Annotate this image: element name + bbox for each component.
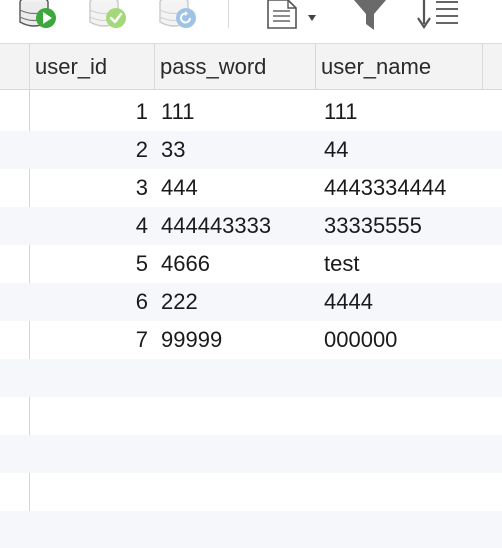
table-row[interactable]: 3 444 4443334444 [0,169,502,207]
cell-user-id[interactable]: 4 [30,207,148,245]
table-body: 1 111 111 2 33 44 3 444 4443334444 4 444… [0,93,502,548]
toolbar [0,0,502,43]
column-header-extra [482,44,502,90]
empty-row [0,435,502,473]
table-row[interactable]: 4 444443333 33335555 [0,207,502,245]
database-run-icon [19,0,56,28]
toolbar-separator [228,0,229,28]
empty-row [0,511,502,548]
cell-pass-word[interactable]: 4666 [161,245,210,283]
cell-user-id[interactable]: 6 [30,283,148,321]
empty-row [0,473,502,511]
document-menu-button[interactable] [264,0,322,32]
database-refresh-icon [159,0,196,28]
filter-button[interactable] [350,0,390,32]
cell-user-name[interactable]: 111 [324,93,357,131]
empty-row [0,359,502,397]
cell-pass-word[interactable]: 99999 [161,321,222,359]
column-header-user-name[interactable]: user_name [315,44,482,90]
empty-row [0,397,502,435]
database-run-button[interactable] [14,0,62,32]
table-row[interactable]: 2 33 44 [0,131,502,169]
document-dropdown-icon [267,0,316,29]
cell-user-name[interactable]: test [324,245,359,283]
cell-user-id[interactable]: 5 [30,245,148,283]
cell-user-id[interactable]: 1 [30,93,148,131]
data-grid: user_id pass_word user_name 1 111 111 2 … [0,43,502,548]
cell-pass-word[interactable]: 444443333 [161,207,271,245]
sort-icon [417,0,458,29]
column-header-user-id[interactable]: user_id [29,44,154,90]
cell-user-id[interactable]: 2 [30,131,148,169]
row-header-corner [0,44,29,90]
cell-user-id[interactable]: 3 [30,169,148,207]
cell-user-name[interactable]: 4443334444 [324,169,446,207]
cell-pass-word[interactable]: 444 [161,169,198,207]
table-header: user_id pass_word user_name [0,43,502,90]
cell-user-id[interactable]: 7 [30,321,148,359]
table-row[interactable]: 5 4666 test [0,245,502,283]
cell-pass-word[interactable]: 111 [161,93,194,131]
cell-pass-word[interactable]: 222 [161,283,198,321]
database-check-icon [89,0,126,28]
table-row[interactable]: 1 111 111 [0,93,502,131]
cell-pass-word[interactable]: 33 [161,131,185,169]
cell-user-name[interactable]: 4444 [324,283,373,321]
table-row[interactable]: 7 99999 000000 [0,321,502,359]
sort-button[interactable] [414,0,462,32]
database-refresh-button[interactable] [154,0,202,32]
filter-icon [354,0,386,30]
cell-user-name[interactable]: 33335555 [324,207,422,245]
database-commit-button[interactable] [84,0,132,32]
column-header-pass-word[interactable]: pass_word [154,44,315,90]
table-row[interactable]: 6 222 4444 [0,283,502,321]
cell-user-name[interactable]: 44 [324,131,348,169]
cell-user-name[interactable]: 000000 [324,321,397,359]
